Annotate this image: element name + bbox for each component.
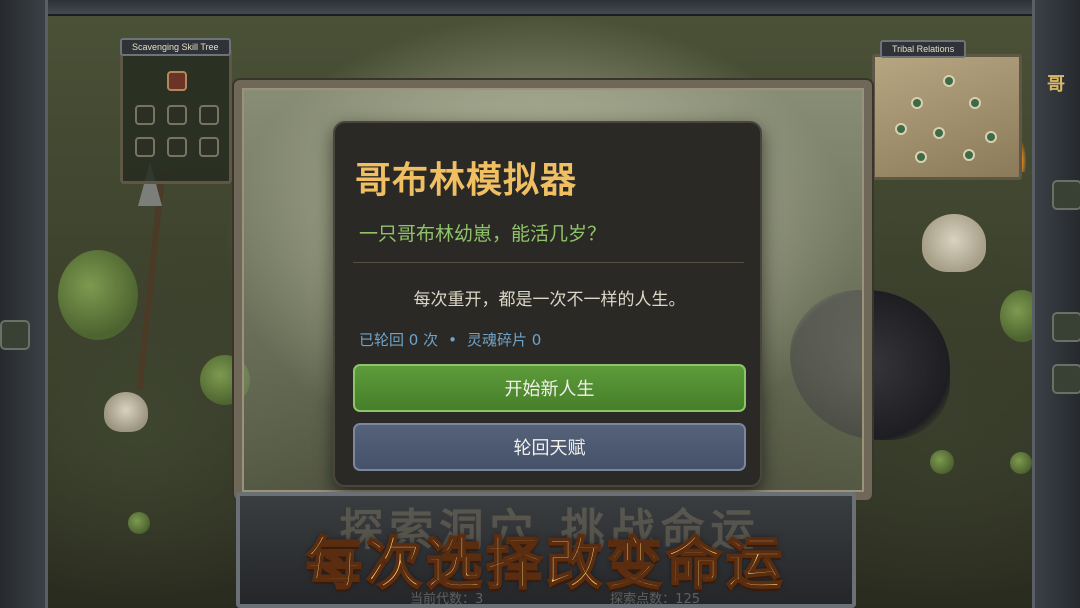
rebirth-talent-button[interactable]: 轮回天赋 xyxy=(353,423,746,471)
game-description: 每次重开，都是一次不一样的人生。 xyxy=(413,290,686,310)
skill-tree-panel[interactable] xyxy=(120,48,232,184)
skill-node[interactable] xyxy=(135,105,155,125)
stats-separator: • xyxy=(448,331,457,349)
skill-node[interactable] xyxy=(135,137,155,157)
game-subtitle: 一只哥布林幼崽，能活几岁？ xyxy=(359,223,607,245)
relation-node[interactable] xyxy=(985,131,997,143)
relation-node[interactable] xyxy=(911,97,923,109)
game-title: 哥布林模拟器 xyxy=(355,160,578,201)
right-frame-label: 哥 xyxy=(1047,74,1065,95)
right-frame: 哥 xyxy=(1032,0,1080,608)
tribal-relations-map[interactable] xyxy=(872,54,1022,180)
right-side-slot[interactable] xyxy=(1052,180,1080,210)
banner-footer: 当前代数：3 探索点数：125 xyxy=(410,588,700,607)
left-side-slot[interactable] xyxy=(0,320,30,350)
relation-node[interactable] xyxy=(969,97,981,109)
skill-node[interactable] xyxy=(199,137,219,157)
goblin-illustration xyxy=(930,450,954,474)
skill-node-root[interactable] xyxy=(167,71,187,91)
top-frame xyxy=(0,0,1080,16)
skull-totem-icon xyxy=(922,214,986,272)
relation-node[interactable] xyxy=(963,149,975,161)
relation-node[interactable] xyxy=(895,123,907,135)
generation-count: 当前代数：3 xyxy=(410,592,484,607)
relation-node[interactable] xyxy=(933,127,945,139)
skill-tree-label: Scavenging Skill Tree xyxy=(120,38,231,56)
game-start-dialog: 哥布林模拟器 一只哥布林幼崽，能活几岁？ 每次重开，都是一次不一样的人生。 已轮… xyxy=(333,121,762,487)
right-side-slot[interactable] xyxy=(1052,312,1080,342)
goblin-illustration xyxy=(1010,452,1032,474)
soul-shard-count: 灵魂碎片 0 xyxy=(466,331,542,349)
player-stats: 已轮回 0 次 • 灵魂碎片 0 xyxy=(359,329,541,350)
right-side-slot[interactable] xyxy=(1052,364,1080,394)
tribal-relations-label: Tribal Relations xyxy=(880,40,967,58)
left-frame xyxy=(0,0,48,608)
dialog-divider xyxy=(353,262,744,263)
exploration-points: 探索点数：125 xyxy=(610,592,700,607)
start-new-life-button[interactable]: 开始新人生 xyxy=(353,364,746,412)
skill-node[interactable] xyxy=(167,137,187,157)
relation-node[interactable] xyxy=(943,75,955,87)
skill-node[interactable] xyxy=(167,105,187,125)
rebirth-count: 已轮回 0 次 xyxy=(359,331,439,349)
skill-node[interactable] xyxy=(199,105,219,125)
skull-cave-icon xyxy=(104,392,148,432)
relation-node[interactable] xyxy=(915,151,927,163)
goblin-illustration xyxy=(58,250,138,340)
goblin-illustration xyxy=(128,512,150,534)
